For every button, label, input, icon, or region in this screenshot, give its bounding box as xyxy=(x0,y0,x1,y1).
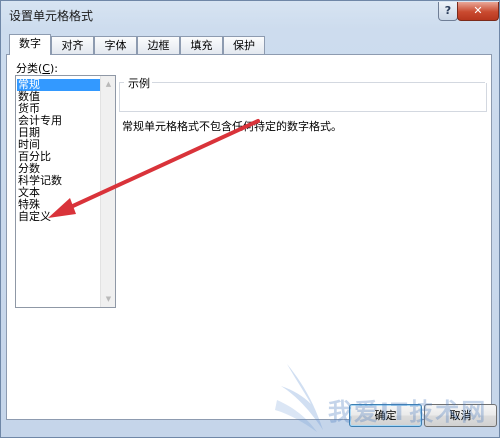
category-listbox[interactable]: 常规 数值 货币 会计专用 日期 时间 百分比 分数 科学记数 文本 特殊 自定… xyxy=(15,75,116,308)
tab-font[interactable]: 字体 xyxy=(94,36,137,54)
close-button[interactable]: ✕ xyxy=(457,2,499,21)
dialog-title: 设置单元格格式 xyxy=(9,9,94,23)
help-button[interactable]: ? xyxy=(438,2,458,21)
tab-border[interactable]: 边框 xyxy=(137,36,180,54)
tab-fill[interactable]: 填充 xyxy=(180,36,223,54)
close-icon: ✕ xyxy=(473,4,483,17)
help-icon: ? xyxy=(444,4,452,17)
category-label: 分类(C): xyxy=(16,62,58,75)
sample-box xyxy=(119,83,487,112)
sample-box-top-border xyxy=(119,82,485,83)
tab-protection[interactable]: 保护 xyxy=(223,36,265,54)
sample-label: 示例 xyxy=(126,75,152,91)
tab-number[interactable]: 数字 xyxy=(9,34,51,55)
ok-button[interactable]: 确定 xyxy=(349,404,422,427)
scroll-down-icon[interactable]: ▼ xyxy=(102,292,115,306)
category-scrollbar[interactable]: ▲ ▼ xyxy=(100,76,115,307)
format-description: 常规单元格格式不包含任何特定的数字格式。 xyxy=(122,120,342,133)
cancel-button[interactable]: 取消 xyxy=(424,404,497,427)
tab-alignment[interactable]: 对齐 xyxy=(51,36,94,54)
scroll-up-icon[interactable]: ▲ xyxy=(102,77,115,91)
category-item-custom[interactable]: 自定义 xyxy=(18,211,51,223)
